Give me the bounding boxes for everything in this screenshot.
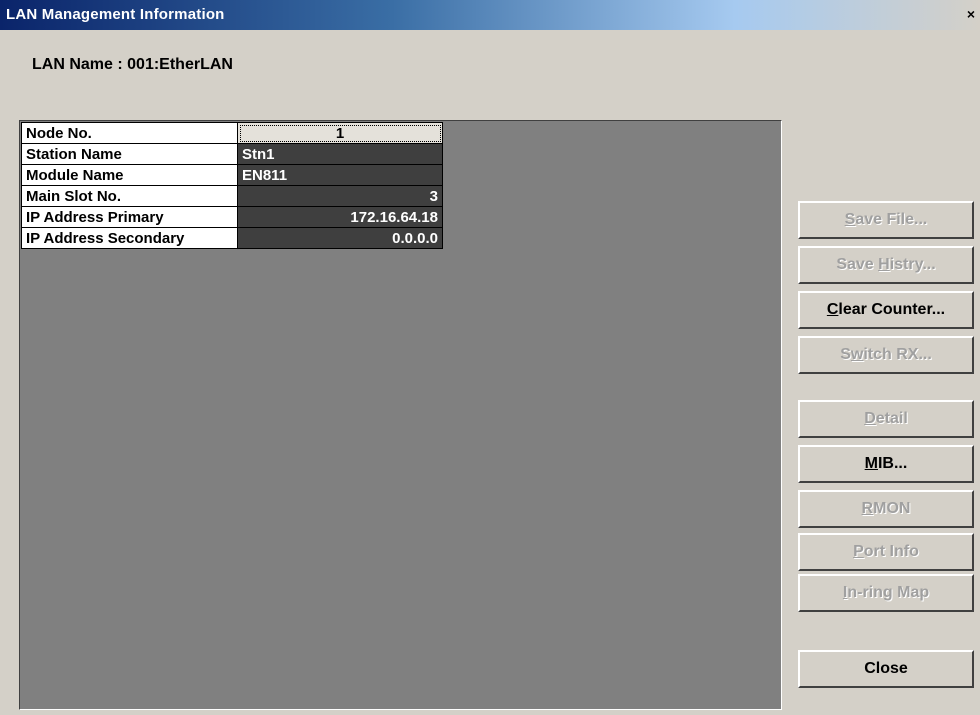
main-slot-value[interactable]: 3 [237, 185, 443, 207]
save-file-button[interactable]: Save File... [798, 201, 974, 239]
switch-rx-label-pre: S [840, 346, 851, 363]
in-ring-map-button[interactable]: In-ring Map [798, 574, 974, 612]
save-file-label: ave File... [855, 211, 928, 228]
window-title: LAN Management Information [6, 6, 225, 23]
detail-mnemonic: D [864, 410, 876, 427]
close-icon[interactable]: × [964, 6, 978, 22]
info-grid[interactable]: Node No. 1 Station Name Stn1 Module Name… [19, 120, 782, 710]
table-row: Module Name EN811 [21, 164, 443, 186]
switch-rx-button[interactable]: Switch RX... [798, 336, 974, 374]
clear-counter-mnemonic: C [826, 301, 839, 318]
station-name-label: Station Name [21, 143, 238, 165]
table-row: IP Address Secondary 0.0.0.0 [21, 227, 443, 249]
module-name-label: Module Name [21, 164, 238, 186]
detail-button[interactable]: Detail [798, 400, 974, 438]
rmon-label: MON [873, 500, 911, 517]
save-history-label: istry... [889, 256, 936, 273]
mib-mnemonic: M [864, 455, 878, 472]
save-file-mnemonic: S [844, 211, 856, 228]
ip-secondary-value[interactable]: 0.0.0.0 [237, 227, 443, 249]
node-info-table: Node No. 1 Station Name Stn1 Module Name… [21, 122, 443, 249]
save-history-button[interactable]: Save Histry... [798, 246, 974, 284]
rmon-mnemonic: R [861, 500, 874, 517]
module-name-value[interactable]: EN811 [237, 164, 443, 186]
lan-name-line: LAN Name :001:EtherLAN [32, 56, 233, 74]
detail-label: etail [875, 410, 908, 427]
rmon-button[interactable]: RMON [798, 490, 974, 528]
node-no-label: Node No. [21, 122, 238, 144]
table-row: Node No. 1 [21, 122, 443, 144]
in-ring-map-label: n-ring Map [847, 584, 930, 601]
switch-rx-mnemonic: w [850, 346, 864, 363]
table-row: IP Address Primary 172.16.64.18 [21, 206, 443, 228]
save-history-mnemonic: H [878, 256, 890, 273]
lan-name-label: LAN Name : [32, 56, 123, 73]
ip-primary-label: IP Address Primary [21, 206, 238, 228]
mib-label: IB... [877, 455, 908, 472]
node-no-value[interactable]: 1 [237, 122, 443, 144]
clear-counter-label: lear Counter... [838, 301, 946, 318]
title-bar: LAN Management Information × [0, 0, 980, 30]
switch-rx-label: itch RX... [863, 346, 932, 363]
port-info-mnemonic: P [853, 543, 864, 560]
ip-secondary-label: IP Address Secondary [21, 227, 238, 249]
port-info-label: ort Info [863, 543, 919, 560]
table-row: Main Slot No. 3 [21, 185, 443, 207]
close-button[interactable]: Close [798, 650, 974, 688]
table-row: Station Name Stn1 [21, 143, 443, 165]
station-name-value[interactable]: Stn1 [237, 143, 443, 165]
clear-counter-button[interactable]: Clear Counter... [798, 291, 974, 329]
port-info-button[interactable]: Port Info [798, 533, 974, 571]
main-slot-label: Main Slot No. [21, 185, 238, 207]
mib-button[interactable]: MIB... [798, 445, 974, 483]
close-label: Close [864, 660, 908, 677]
ip-primary-value[interactable]: 172.16.64.18 [237, 206, 443, 228]
save-history-label-pre: Save [836, 256, 879, 273]
lan-name-value: 001:EtherLAN [127, 56, 233, 73]
